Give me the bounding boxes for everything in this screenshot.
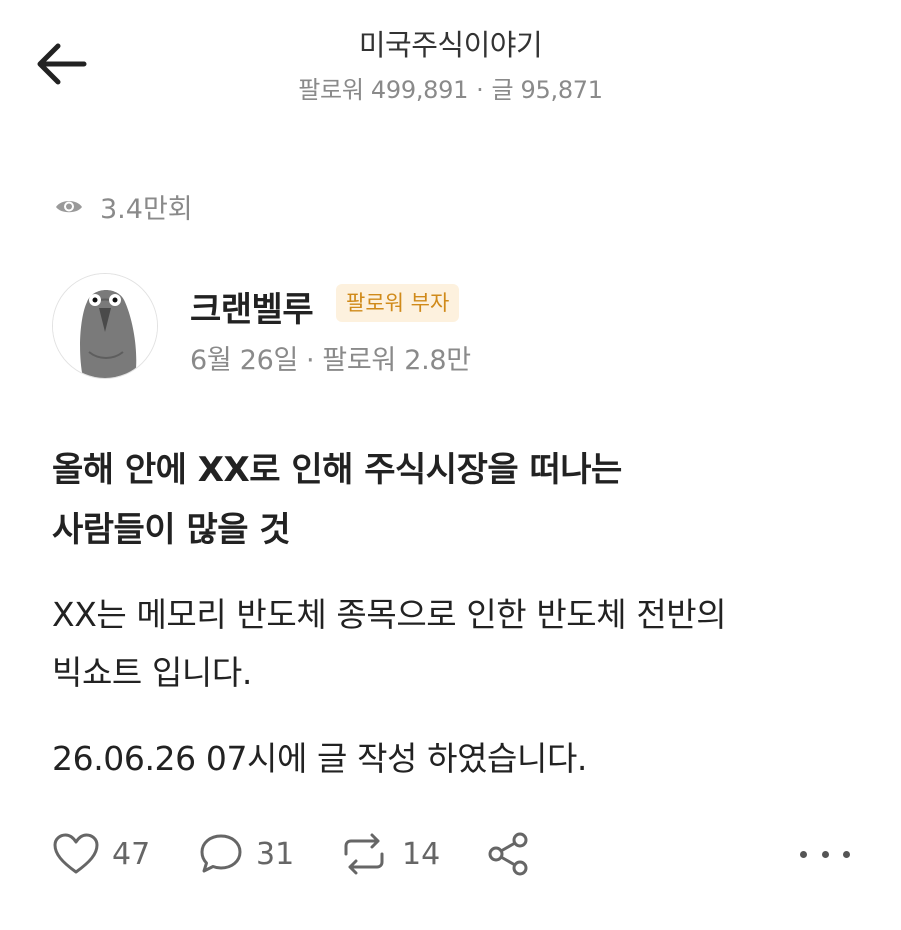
like-button[interactable]: 47	[52, 828, 150, 880]
channel-stats: 팔로워 499,891 · 글 95,871	[0, 70, 901, 105]
share-button[interactable]	[486, 828, 544, 880]
repost-button[interactable]: 14	[338, 828, 440, 880]
post-title-line: 올해 안에 XX로 인해 주식시장을 떠나는	[52, 450, 622, 490]
post-title-line: 사람들이 많을 것	[52, 510, 291, 550]
post-body-line: XX는 메모리 반도체 종목으로 인한 반도체 전반의	[52, 595, 727, 634]
channel-followers: 팔로워 499,891	[298, 76, 469, 104]
comment-count: 31	[256, 836, 295, 872]
post-paragraph: XX는 메모리 반도체 종목으로 인한 반도체 전반의 빅쇼트 입니다.	[52, 586, 852, 702]
author-followers: 팔로워 2.8만	[322, 345, 471, 376]
author-name[interactable]: 크랜벨루	[190, 282, 314, 331]
like-count: 47	[112, 836, 151, 872]
post-title: 올해 안에 XX로 인해 주식시장을 떠나는 사람들이 많을 것	[52, 440, 852, 560]
heart-icon	[53, 833, 99, 874]
repost-icon	[344, 833, 384, 875]
repost-count: 14	[402, 836, 441, 872]
view-count: 3.4만회	[54, 188, 193, 225]
more-icon-dot	[843, 850, 850, 858]
more-icon-dot	[800, 850, 807, 858]
share-icon	[488, 832, 528, 876]
channel-title[interactable]: 미국주식이야기	[0, 22, 901, 64]
channel-post-count: 글 95,871	[491, 76, 603, 104]
follower-badge: 팔로워 부자	[336, 284, 460, 322]
post-meta: 6월 26일 · 팔로워 2.8만	[190, 338, 471, 377]
comment-button[interactable]: 31	[198, 828, 294, 880]
separator: ·	[476, 76, 484, 104]
avatar[interactable]	[52, 273, 158, 379]
more-icon-dot	[821, 850, 829, 858]
comment-icon	[200, 834, 242, 873]
post-body-line: 빅쇼트 입니다.	[52, 653, 252, 692]
pigeon-avatar	[53, 274, 157, 378]
post-date: 6월 26일	[190, 345, 298, 376]
post-paragraph: 26.06.26 07시에 글 작성 하였습니다.	[52, 739, 587, 778]
eye-icon	[56, 201, 82, 213]
separator: ·	[306, 345, 315, 376]
post-body: XX는 메모리 반도체 종목으로 인한 반도체 전반의 빅쇼트 입니다. 26.…	[52, 586, 852, 788]
more-options-button[interactable]	[800, 836, 850, 872]
view-count-text: 3.4만회	[100, 193, 193, 225]
